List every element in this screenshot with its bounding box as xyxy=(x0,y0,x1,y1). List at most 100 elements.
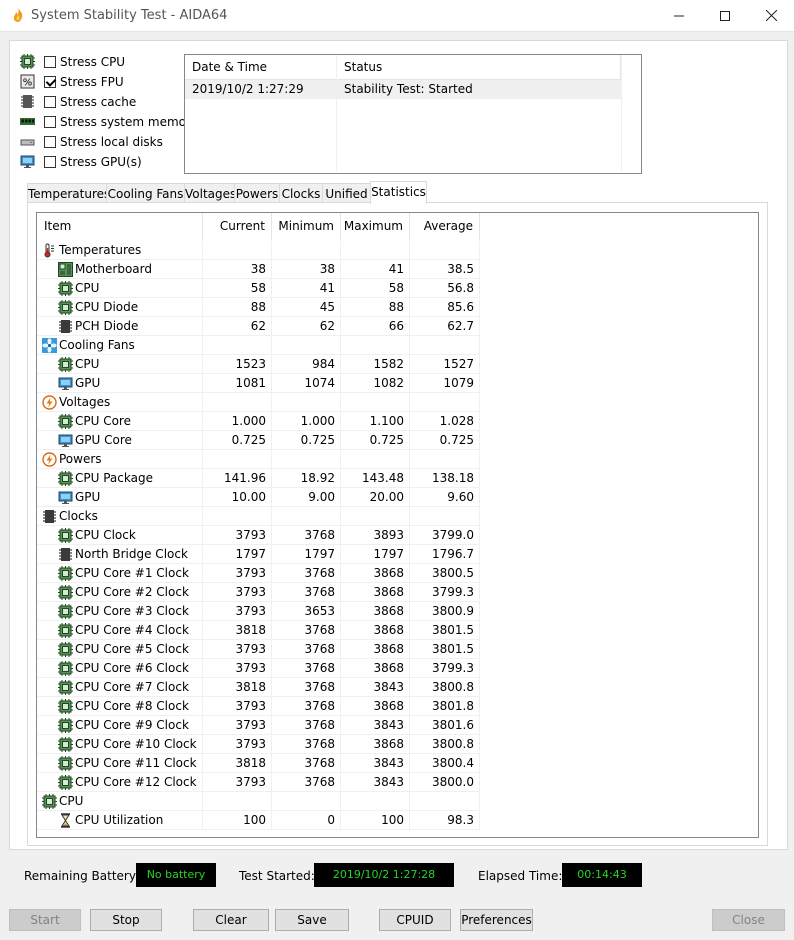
tab-statistics[interactable]: Statistics xyxy=(370,181,427,204)
tab-temperatures[interactable]: Temperatures xyxy=(27,183,110,203)
table-row[interactable]: CPU Clock 3793 3768 3893 3799.0 xyxy=(37,526,480,545)
title-bar: System Stability Test - AIDA64 xyxy=(0,0,794,32)
table-row[interactable]: CPU Core #7 Clock 3818 3768 3843 3800.8 xyxy=(37,678,480,697)
stop-button[interactable]: Stop xyxy=(90,909,162,931)
maximize-button[interactable] xyxy=(702,0,748,31)
table-row[interactable]: CPU Core #4 Clock 3818 3768 3868 3801.5 xyxy=(37,621,480,640)
table-row[interactable]: CPU Core #1 Clock 3793 3768 3868 3800.5 xyxy=(37,564,480,583)
minimize-button[interactable] xyxy=(656,0,702,31)
group-row[interactable]: Temperatures xyxy=(37,241,480,260)
table-row[interactable]: CPU Core #3 Clock 3793 3653 3868 3800.9 xyxy=(37,602,480,621)
statistics-header: Item Current Minimum Maximum Average xyxy=(37,213,758,240)
table-row[interactable]: CPU 1523 984 1582 1527 xyxy=(37,355,480,374)
max-value: 1582 xyxy=(341,355,410,373)
save-button[interactable]: Save xyxy=(275,909,349,931)
table-row[interactable]: CPU Core #9 Clock 3793 3768 3843 3801.6 xyxy=(37,716,480,735)
tab-cooling-fans[interactable]: Cooling Fans xyxy=(106,183,185,203)
table-row[interactable]: CPU 58 41 58 56.8 xyxy=(37,279,480,298)
close-button[interactable]: Close xyxy=(712,909,785,931)
table-row[interactable]: CPU Package 141.96 18.92 143.48 138.18 xyxy=(37,469,480,488)
maximum-column-header[interactable]: Maximum xyxy=(341,213,410,240)
row-label-cell: CPU Utilization xyxy=(37,811,203,829)
tab-voltages[interactable]: Voltages xyxy=(184,183,236,203)
row-label: GPU xyxy=(75,376,101,390)
tab-powers[interactable]: Powers xyxy=(234,183,280,203)
table-row[interactable]: CPU Core #5 Clock 3793 3768 3868 3801.5 xyxy=(37,640,480,659)
current-value: 3793 xyxy=(203,697,272,715)
current-value: 1.000 xyxy=(203,412,272,430)
stress-checkbox[interactable] xyxy=(44,136,56,148)
stress-option-stress-system-memory[interactable]: Stress system memory xyxy=(20,112,198,132)
row-label-cell: GPU xyxy=(37,488,203,506)
test-started-value: 2019/10/2 1:27:28 xyxy=(314,863,454,887)
fan-icon xyxy=(42,337,57,353)
minimum-column-header[interactable]: Minimum xyxy=(272,213,341,240)
row-label: Clocks xyxy=(59,509,98,523)
start-button[interactable]: Start xyxy=(9,909,81,931)
close-window-button[interactable] xyxy=(748,0,794,31)
table-row[interactable]: CPU Core #11 Clock 3818 3768 3843 3800.4 xyxy=(37,754,480,773)
max-value xyxy=(341,241,410,259)
table-row[interactable]: GPU Core 0.725 0.725 0.725 0.725 xyxy=(37,431,480,450)
table-row[interactable]: CPU Diode 88 45 88 85.6 xyxy=(37,298,480,317)
status-column-header[interactable]: Status xyxy=(337,55,621,79)
stress-option-stress-fpu[interactable]: % Stress FPU xyxy=(20,72,124,92)
stress-checkbox[interactable] xyxy=(44,96,56,108)
group-row[interactable]: Voltages xyxy=(37,393,480,412)
avg-value: 3800.5 xyxy=(410,564,480,582)
table-row[interactable]: GPU 1081 1074 1082 1079 xyxy=(37,374,480,393)
window-title: System Stability Test - AIDA64 xyxy=(31,8,228,23)
svg-text:%: % xyxy=(23,78,33,89)
stress-option-stress-local-disks[interactable]: Stress local disks xyxy=(20,132,163,152)
preferences-button[interactable]: Preferences xyxy=(460,909,533,931)
table-row[interactable]: CPU Utilization 100 0 100 98.3 xyxy=(37,811,480,830)
stress-option-stress-cache[interactable]: Stress cache xyxy=(20,92,136,112)
table-row[interactable]: CPU Core #12 Clock 3793 3768 3843 3800.0 xyxy=(37,773,480,792)
status-row[interactable]: 2019/10/2 1:27:29 Stability Test: Starte… xyxy=(185,80,621,99)
datetime-column-header[interactable]: Date & Time xyxy=(185,55,337,79)
cpu-chip-icon xyxy=(20,54,36,70)
row-label: CPU Core #3 Clock xyxy=(75,604,189,618)
group-row[interactable]: Clocks xyxy=(37,507,480,526)
stress-checkbox[interactable] xyxy=(44,156,56,168)
max-value xyxy=(341,792,410,810)
item-column-header[interactable]: Item xyxy=(37,213,203,240)
table-row[interactable]: CPU Core #2 Clock 3793 3768 3868 3799.3 xyxy=(37,583,480,602)
clear-button[interactable]: Clear xyxy=(193,909,269,931)
elapsed-time-label: Elapsed Time: xyxy=(478,869,563,883)
table-row[interactable]: GPU 10.00 9.00 20.00 9.60 xyxy=(37,488,480,507)
group-row[interactable]: Powers xyxy=(37,450,480,469)
stress-option-stress-cpu[interactable]: Stress CPU xyxy=(20,52,125,72)
row-label: North Bridge Clock xyxy=(75,547,188,561)
tab-unified[interactable]: Unified xyxy=(322,183,371,203)
row-label: CPU Core #12 Clock xyxy=(75,775,197,789)
current-value: 3793 xyxy=(203,602,272,620)
min-value: 3653 xyxy=(272,602,341,620)
table-row[interactable]: Motherboard 38 38 41 38.5 xyxy=(37,260,480,279)
stress-checkbox[interactable] xyxy=(44,116,56,128)
table-row[interactable]: CPU Core #10 Clock 3793 3768 3868 3800.8 xyxy=(37,735,480,754)
row-label: Motherboard xyxy=(75,262,152,276)
table-row[interactable]: CPU Core #8 Clock 3793 3768 3868 3801.8 xyxy=(37,697,480,716)
row-label-cell: CPU Core #7 Clock xyxy=(37,678,203,696)
table-row[interactable]: CPU Core 1.000 1.000 1.100 1.028 xyxy=(37,412,480,431)
current-value: 3793 xyxy=(203,583,272,601)
avg-value: 38.5 xyxy=(410,260,480,278)
table-row[interactable]: CPU Core #6 Clock 3793 3768 3868 3799.3 xyxy=(37,659,480,678)
stress-checkbox[interactable] xyxy=(44,56,56,68)
row-label-cell: CPU Core #3 Clock xyxy=(37,602,203,620)
table-row[interactable]: North Bridge Clock 1797 1797 1797 1796.7 xyxy=(37,545,480,564)
row-label-cell: CPU Core #1 Clock xyxy=(37,564,203,582)
cpuid-button[interactable]: CPUID xyxy=(379,909,451,931)
stress-option-stress-gpu-s[interactable]: Stress GPU(s) xyxy=(20,152,142,172)
current-column-header[interactable]: Current xyxy=(203,213,272,240)
cpu-chip-icon xyxy=(58,356,73,372)
tab-clocks[interactable]: Clocks xyxy=(279,183,323,203)
average-column-header[interactable]: Average xyxy=(410,213,480,240)
table-row[interactable]: PCH Diode 62 62 66 62.7 xyxy=(37,317,480,336)
max-value xyxy=(341,450,410,468)
stress-checkbox[interactable] xyxy=(44,76,56,88)
max-value: 3843 xyxy=(341,678,410,696)
group-row[interactable]: CPU xyxy=(37,792,480,811)
group-row[interactable]: Cooling Fans xyxy=(37,336,480,355)
